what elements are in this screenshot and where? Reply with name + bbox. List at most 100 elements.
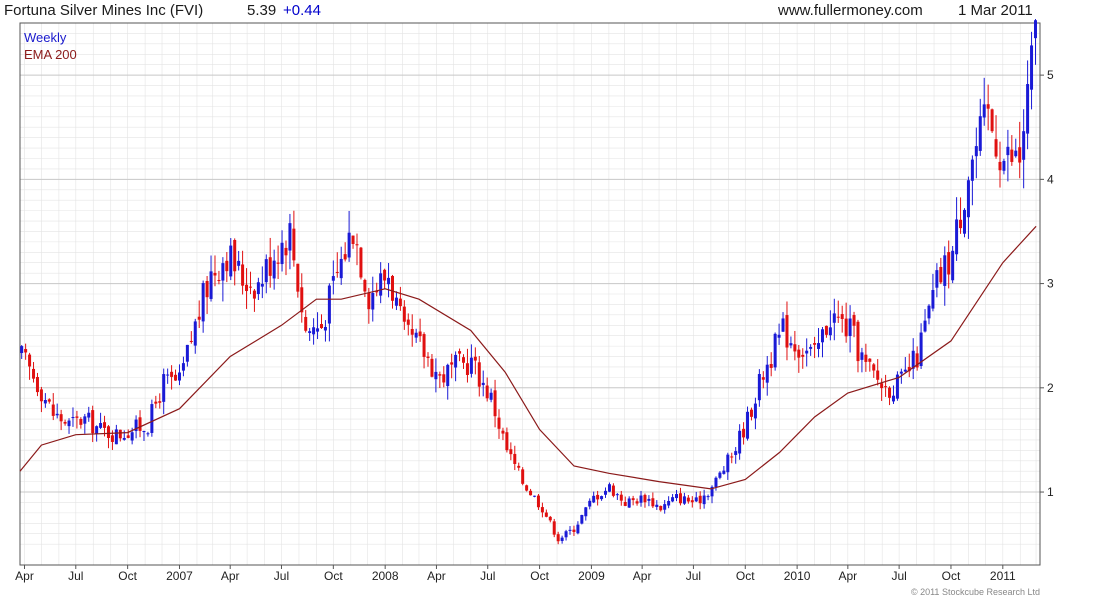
candle-up [1022,131,1026,160]
candle-down [422,334,426,357]
y-tick-label: 1 [1047,485,1054,499]
candle-down [225,260,229,272]
candle-down [213,272,217,276]
candle-down [852,315,856,326]
candle-up [446,364,450,387]
x-tick-label: Oct [530,569,549,583]
candle-up [260,283,264,287]
x-tick-label: Apr [221,569,240,583]
candle-up [193,321,197,346]
candle-down [383,269,387,281]
candle-down [32,368,36,379]
candle-up [323,326,327,331]
candle-up [820,329,824,343]
candle-up [592,495,596,503]
candle-down [785,315,789,348]
candle-up [974,146,978,157]
legend-weekly: Weekly [24,30,67,45]
candle-down [355,244,359,246]
candle-down [241,264,245,286]
candles [20,19,1037,545]
candle-down [430,358,434,377]
candle-up [765,364,769,383]
candle-down [304,316,308,331]
candle-up [489,392,493,400]
candle-down [998,161,1002,171]
ema-200-line [19,225,1037,490]
candle-down [154,401,158,404]
candle-down [880,383,884,389]
candle-down [868,358,872,362]
x-axis-ticks: Apr Jul Oct 2007 Apr Jul Oct 2008 Apr Jul Oct 2009 A… [15,565,1016,583]
candle-up [777,334,781,338]
candle-down [197,316,201,320]
candle-up [481,382,485,386]
candle-up [600,496,604,500]
candle-down [106,426,110,438]
candle-up [753,403,757,419]
candle-up [142,430,146,433]
candle-down [836,316,840,318]
candle-down [501,430,505,434]
candle-up [1030,45,1034,90]
candle-down [635,501,639,504]
candle-up [978,116,982,151]
x-tick-label: 2007 [166,569,193,583]
x-tick-label: 2011 [990,569,1016,583]
candle-up [371,292,375,310]
candle-down [402,306,406,322]
candle-up [781,318,785,332]
candle-down [643,494,647,503]
candle-up [966,180,970,218]
copyright-footer: © 2011 Stockcube Research Ltd [910,587,1040,597]
candle-up [655,504,659,507]
candle-up [331,276,335,281]
candle-up [1006,146,1010,156]
candle-up [454,354,458,368]
candle-up [923,320,927,332]
candle-up [221,263,225,281]
candle-down [525,485,529,491]
candle-up [891,395,895,402]
candle-up [264,259,268,283]
candle-up [746,411,750,439]
candle-down [497,417,501,429]
candle-down [493,390,497,417]
candle-up [414,332,418,338]
y-axis-ticks: 5 4 3 2 1 [1040,68,1054,499]
x-tick-label: Apr [838,569,857,583]
candle-down [343,254,347,260]
candle-up [738,430,742,454]
candle-up [899,371,903,374]
candle-up [312,327,316,335]
candle-down [1010,149,1014,162]
candle-up [568,529,572,531]
candle-down [513,453,517,464]
candle-down [864,354,868,362]
candle-down [749,409,753,417]
candle-up [229,245,233,277]
candle-down [986,104,990,109]
candle-up [805,350,809,354]
candle-down [840,314,844,320]
candle-down [39,389,43,402]
candle-down [59,414,63,422]
candle-up [209,271,213,299]
candle-up [773,333,777,368]
candle-up [150,404,154,433]
candle-down [813,343,817,345]
x-tick-label: Oct [118,569,137,583]
candle-up [95,426,99,434]
candle-down [572,529,576,532]
grid-lines [20,22,1040,565]
candle-up [860,352,864,360]
candle-down [410,328,414,335]
candle-down [690,500,694,503]
candle-down [462,357,466,363]
candle-up [1033,20,1037,39]
candle-up [607,484,611,492]
candle-down [110,435,114,442]
candle-up [675,494,679,499]
candle-up [927,305,931,319]
candle-up [828,327,832,336]
